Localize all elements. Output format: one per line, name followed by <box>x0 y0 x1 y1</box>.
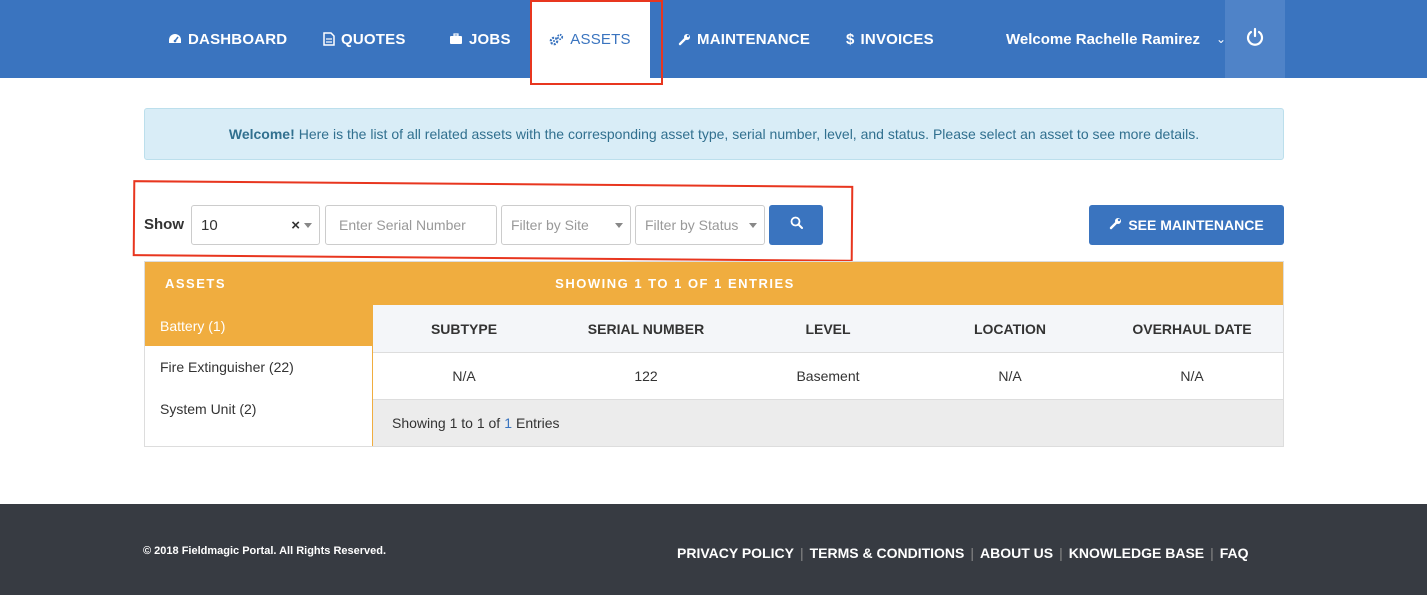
dashboard-icon <box>168 33 182 45</box>
page-size-value: 10 <box>201 216 218 234</box>
divider: | <box>799 545 804 561</box>
see-maintenance-label: SEE MAINTENANCE <box>1128 217 1264 233</box>
table-cell: 122 <box>634 368 658 384</box>
site-filter-placeholder: Filter by Site <box>511 217 589 233</box>
wrench-icon <box>1109 217 1128 233</box>
dollar-icon: $ <box>846 30 855 48</box>
caret-down-icon <box>304 223 312 228</box>
assets-panel: ASSETS SHOWING 1 TO 1 OF 1 ENTRIES Batte… <box>144 261 1284 447</box>
alert-strong: Welcome! <box>228 126 295 142</box>
nav-label: QUOTES <box>341 30 406 48</box>
nav-label: MAINTENANCE <box>697 30 811 48</box>
asset-type-system-unit[interactable]: System Unit (2) <box>145 388 372 430</box>
serial-number-input[interactable] <box>325 205 497 245</box>
table-cell: N/A <box>1180 368 1204 384</box>
faq-link[interactable]: FAQ <box>1220 545 1249 561</box>
footer-prefix: Showing 1 to 1 of <box>392 415 501 431</box>
welcome-alert: Welcome! Here is the list of all related… <box>144 108 1284 160</box>
footer-suffix: Entries <box>515 415 560 431</box>
showing-heading: SHOWING 1 TO 1 OF 1 ENTRIES <box>555 276 795 291</box>
search-icon <box>790 216 803 234</box>
see-maintenance-button[interactable]: SEE MAINTENANCE <box>1089 205 1284 245</box>
table-row[interactable]: N/A 122 Basement N/A N/A <box>373 353 1283 400</box>
table-header: SUBTYPE SERIAL NUMBER LEVEL LOCATION OVE… <box>373 305 1283 353</box>
asset-type-battery[interactable]: Battery (1) <box>145 305 372 346</box>
table-cell: Basement <box>796 368 860 384</box>
caret-down-icon <box>749 223 757 228</box>
show-label: Show <box>144 216 184 233</box>
copyright-text: © 2018 Fieldmagic Portal. All Rights Res… <box>143 545 387 557</box>
table-cell: N/A <box>452 368 476 384</box>
site-filter-select[interactable]: Filter by Site <box>501 205 631 245</box>
clear-icon[interactable]: × <box>291 217 300 234</box>
page-size-select[interactable]: 10 × <box>191 205 320 245</box>
table-footer: Showing 1 to 1 of 1 Entries <box>373 400 1283 446</box>
asset-type-fire-extinguisher[interactable]: Fire Extinguisher (22) <box>145 346 372 388</box>
user-menu-label: Welcome Rachelle Ramirez <box>1006 30 1200 48</box>
nav-label: JOBS <box>469 30 511 48</box>
status-filter-select[interactable]: Filter by Status <box>635 205 765 245</box>
assets-table: SUBTYPE SERIAL NUMBER LEVEL LOCATION OVE… <box>373 305 1283 446</box>
document-icon <box>323 32 335 46</box>
nav-label: ASSETS <box>570 30 631 48</box>
column-header[interactable]: SUBTYPE <box>373 305 555 352</box>
nav-invoices[interactable]: $ INVOICES <box>846 0 934 78</box>
nav-assets[interactable]: ASSETS <box>530 0 656 78</box>
column-header[interactable]: LOCATION <box>919 305 1101 352</box>
panel-header: ASSETS SHOWING 1 TO 1 OF 1 ENTRIES <box>145 262 1283 305</box>
search-button[interactable] <box>769 205 823 245</box>
page-footer: © 2018 Fieldmagic Portal. All Rights Res… <box>0 504 1427 595</box>
power-icon <box>1245 27 1265 52</box>
briefcase-icon <box>449 33 463 45</box>
nav-jobs[interactable]: JOBS <box>449 0 511 78</box>
privacy-policy-link[interactable]: PRIVACY POLICY <box>677 545 794 561</box>
column-header[interactable]: OVERHAUL DATE <box>1101 305 1283 352</box>
divider: | <box>1210 545 1214 561</box>
column-header[interactable]: SERIAL NUMBER <box>555 305 737 352</box>
nav-label: DASHBOARD <box>188 30 288 48</box>
wrench-icon <box>678 33 691 46</box>
nav-dashboard[interactable]: DASHBOARD <box>168 0 287 78</box>
user-menu[interactable]: Welcome Rachelle Ramirez ⌄ <box>1006 0 1226 78</box>
table-cell: N/A <box>998 368 1022 384</box>
divider: | <box>1059 545 1063 561</box>
about-us-link[interactable]: ABOUT US <box>980 545 1053 561</box>
logout-button[interactable] <box>1225 0 1285 78</box>
footer-count: 1 <box>504 415 512 431</box>
column-header[interactable]: LEVEL <box>737 305 919 352</box>
nav-maintenance[interactable]: MAINTENANCE <box>678 0 810 78</box>
top-navbar: DASHBOARD QUOTES JOBS ASSETS MAINTENANCE… <box>0 0 1427 78</box>
alert-text: Here is the list of all related assets w… <box>298 126 1200 142</box>
gears-icon <box>549 33 564 46</box>
knowledge-base-link[interactable]: KNOWLEDGE BASE <box>1069 545 1204 561</box>
asset-type-list: Battery (1) Fire Extinguisher (22) Syste… <box>145 305 372 446</box>
nav-label: INVOICES <box>860 30 934 48</box>
divider: | <box>970 545 975 561</box>
caret-down-icon <box>615 223 623 228</box>
nav-quotes[interactable]: QUOTES <box>323 0 406 78</box>
status-filter-placeholder: Filter by Status <box>645 217 739 233</box>
terms-conditions-link[interactable]: TERMS & CONDITIONS <box>810 545 965 561</box>
footer-links: PRIVACY POLICY | TERMS & CONDITIONS | AB… <box>677 545 1249 561</box>
